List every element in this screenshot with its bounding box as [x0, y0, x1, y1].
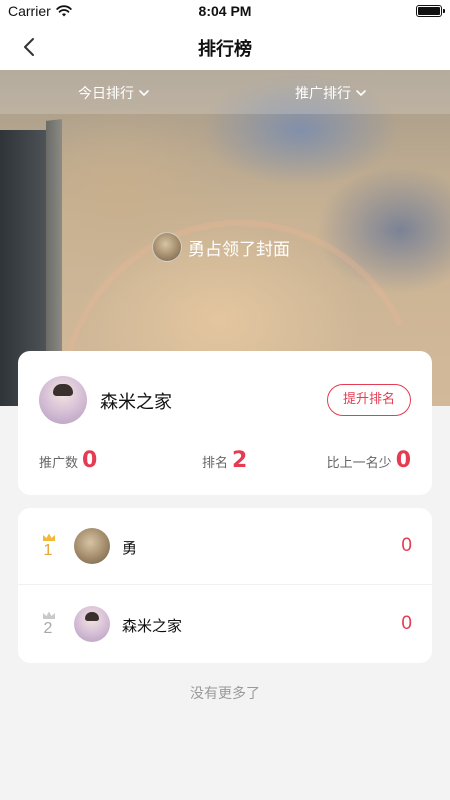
- rank-score: 0: [401, 613, 412, 634]
- status-time: 8:04 PM: [198, 3, 252, 19]
- rank-number: 2: [43, 620, 53, 637]
- avatar: [39, 376, 87, 424]
- cover-owner: 勇占领了封面: [152, 232, 290, 262]
- rank-user-name: 森米之家: [122, 617, 183, 635]
- status-bar: Carrier 8:04 PM: [0, 0, 450, 24]
- filter-today-label: 今日排行: [78, 86, 134, 102]
- boost-rank-button[interactable]: 提升排名: [327, 384, 411, 416]
- stat-promotion: 推广数 0: [39, 448, 97, 473]
- avatar: [74, 606, 110, 642]
- cover-owner-avatar: [152, 232, 182, 262]
- avatar: [74, 528, 110, 564]
- filter-bar: 今日排行 推广排行: [0, 70, 450, 114]
- list-item[interactable]: 1 勇 0: [18, 508, 432, 585]
- list-item[interactable]: 2 森米之家 0: [18, 586, 432, 663]
- nav-bar: 排行榜: [0, 24, 450, 70]
- no-more-text: 没有更多了: [190, 686, 260, 702]
- filter-today-dropdown[interactable]: 今日排行: [78, 83, 150, 103]
- profile-name: 森米之家: [100, 392, 172, 413]
- chevron-down-icon: [356, 90, 366, 96]
- rank-score: 0: [401, 535, 412, 556]
- stat-gap-label: 比上一名少: [326, 456, 392, 471]
- stat-promotion-value: 0: [82, 448, 98, 473]
- chevron-down-icon: [139, 90, 149, 96]
- stat-rank: 排名 2: [202, 448, 247, 473]
- ranking-list: 1 勇 0 2 森米之家 0: [18, 508, 432, 663]
- filter-promotion-dropdown[interactable]: 推广排行: [295, 83, 367, 103]
- page-title: 排行榜: [198, 39, 252, 60]
- silver-crown-icon: [43, 611, 55, 619]
- stat-rank-value: 2: [232, 448, 248, 473]
- stat-rank-label: 排名: [202, 456, 229, 471]
- stat-promotion-label: 推广数: [39, 456, 79, 471]
- my-rank-card: 森米之家 提升排名 推广数 0 排名 2 比上一名少 0: [18, 351, 432, 495]
- rank-user-name: 勇: [122, 539, 138, 557]
- stat-gap-value: 0: [395, 448, 411, 473]
- filter-promotion-label: 推广排行: [295, 86, 351, 102]
- cover-owner-text: 勇占领了封面: [188, 239, 290, 260]
- stat-gap: 比上一名少 0: [327, 448, 411, 473]
- rank-number: 1: [43, 542, 53, 559]
- gold-crown-icon: [43, 533, 55, 541]
- battery-icon: [416, 5, 445, 17]
